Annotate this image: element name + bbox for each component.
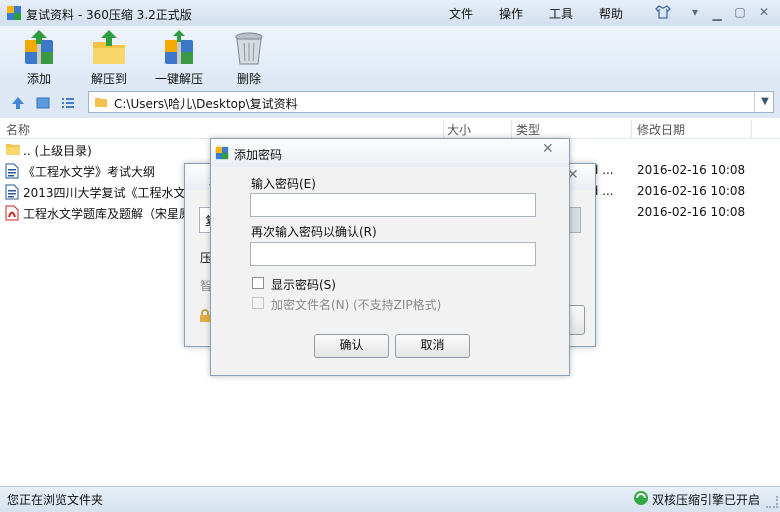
app-logo-icon bbox=[215, 146, 229, 160]
column-name[interactable]: 名称 bbox=[6, 121, 30, 138]
large-icon-view-icon[interactable] bbox=[35, 95, 51, 111]
file-name[interactable]: 《工程水文学》考试大纲 bbox=[23, 163, 155, 180]
password-input[interactable] bbox=[250, 193, 536, 217]
app-logo-icon bbox=[7, 6, 21, 20]
menu-help[interactable]: 帮助 bbox=[599, 5, 623, 22]
file-modified: 2016-02-16 10:08 bbox=[637, 184, 746, 198]
extract-to-button[interactable]: 解压到 bbox=[74, 28, 144, 87]
pdf-icon bbox=[5, 205, 19, 221]
cancel-button[interactable]: 取消 bbox=[395, 334, 470, 358]
word-doc-icon bbox=[5, 163, 19, 179]
trash-can-icon bbox=[235, 32, 263, 65]
one-click-extract-label: 一键解压 bbox=[154, 72, 203, 86]
column-modified[interactable]: 修改日期 bbox=[637, 121, 685, 138]
close-icon[interactable]: ✕ bbox=[542, 141, 554, 157]
column-size[interactable]: 大小 bbox=[447, 121, 471, 138]
add-archive-icon bbox=[25, 30, 53, 64]
engine-status-icon bbox=[634, 491, 648, 505]
menu-dropdown-icon[interactable]: ▾ bbox=[686, 4, 704, 20]
column-divider[interactable] bbox=[751, 120, 752, 138]
encrypt-filenames-label[interactable]: 加密文件名(N) bbox=[271, 296, 349, 313]
address-dropdown-icon[interactable]: ▼ bbox=[754, 92, 775, 112]
delete-label: 删除 bbox=[236, 72, 261, 86]
one-click-extract-button[interactable]: 一键解压 bbox=[144, 28, 214, 87]
confirm-password-input[interactable] bbox=[250, 242, 536, 266]
menu-operate[interactable]: 操作 bbox=[499, 5, 523, 22]
window-title: 复试资料 - 360压缩 3.2正式版 bbox=[26, 8, 192, 22]
column-divider[interactable] bbox=[443, 120, 444, 138]
column-type[interactable]: 类型 bbox=[516, 121, 540, 138]
column-divider[interactable] bbox=[631, 120, 632, 138]
password-label: 输入密码(E) bbox=[251, 177, 316, 191]
one-click-extract-icon bbox=[165, 30, 193, 64]
encrypt-filenames-checkbox[interactable] bbox=[252, 297, 264, 309]
add-password-title: 添加密码 bbox=[234, 148, 283, 162]
resize-grip-icon[interactable] bbox=[766, 496, 778, 508]
close-icon[interactable]: ✕ bbox=[755, 4, 773, 20]
encrypt-filenames-note: (不支持ZIP格式) bbox=[353, 298, 442, 312]
file-modified: 2016-02-16 10:08 bbox=[637, 205, 746, 219]
status-text: 您正在浏览文件夹 bbox=[7, 493, 104, 507]
show-password-checkbox[interactable] bbox=[252, 277, 264, 289]
extract-to-label: 解压到 bbox=[90, 72, 127, 86]
extract-folder-icon bbox=[93, 30, 125, 64]
engine-status-text: 双核压缩引擎已开启 bbox=[652, 493, 761, 507]
file-modified: 2016-02-16 10:08 bbox=[637, 163, 746, 177]
menu-tools[interactable]: 工具 bbox=[549, 5, 573, 22]
file-name[interactable]: 2013四川大学复试《工程水文 bbox=[23, 184, 186, 201]
show-password-label[interactable]: 显示密码(S) bbox=[271, 276, 336, 293]
confirm-password-label: 再次输入密码以确认(R) bbox=[251, 225, 377, 239]
up-arrow-icon[interactable] bbox=[10, 95, 26, 111]
file-name[interactable]: 工程水文学题库及题解（宋星原 bbox=[23, 205, 191, 222]
skin-shirt-icon[interactable] bbox=[654, 4, 672, 20]
menu-file[interactable]: 文件 bbox=[449, 5, 473, 22]
address-path: C:\Users\哈儿\Desktop\复试资料 bbox=[114, 97, 298, 111]
add-button[interactable]: 添加 bbox=[4, 28, 74, 87]
column-divider[interactable] bbox=[511, 120, 512, 138]
delete-button[interactable]: 删除 bbox=[214, 28, 284, 87]
ok-button[interactable]: 确认 bbox=[314, 334, 389, 358]
maximize-icon[interactable]: ▢ bbox=[731, 4, 749, 20]
word-doc-icon bbox=[5, 184, 19, 200]
minimize-icon[interactable]: ▁ bbox=[708, 6, 726, 22]
file-name[interactable]: .. (上级目录) bbox=[23, 142, 92, 159]
folder-icon bbox=[95, 98, 107, 107]
list-view-icon[interactable] bbox=[60, 95, 76, 111]
folder-icon bbox=[6, 144, 20, 155]
add-label: 添加 bbox=[26, 72, 51, 86]
